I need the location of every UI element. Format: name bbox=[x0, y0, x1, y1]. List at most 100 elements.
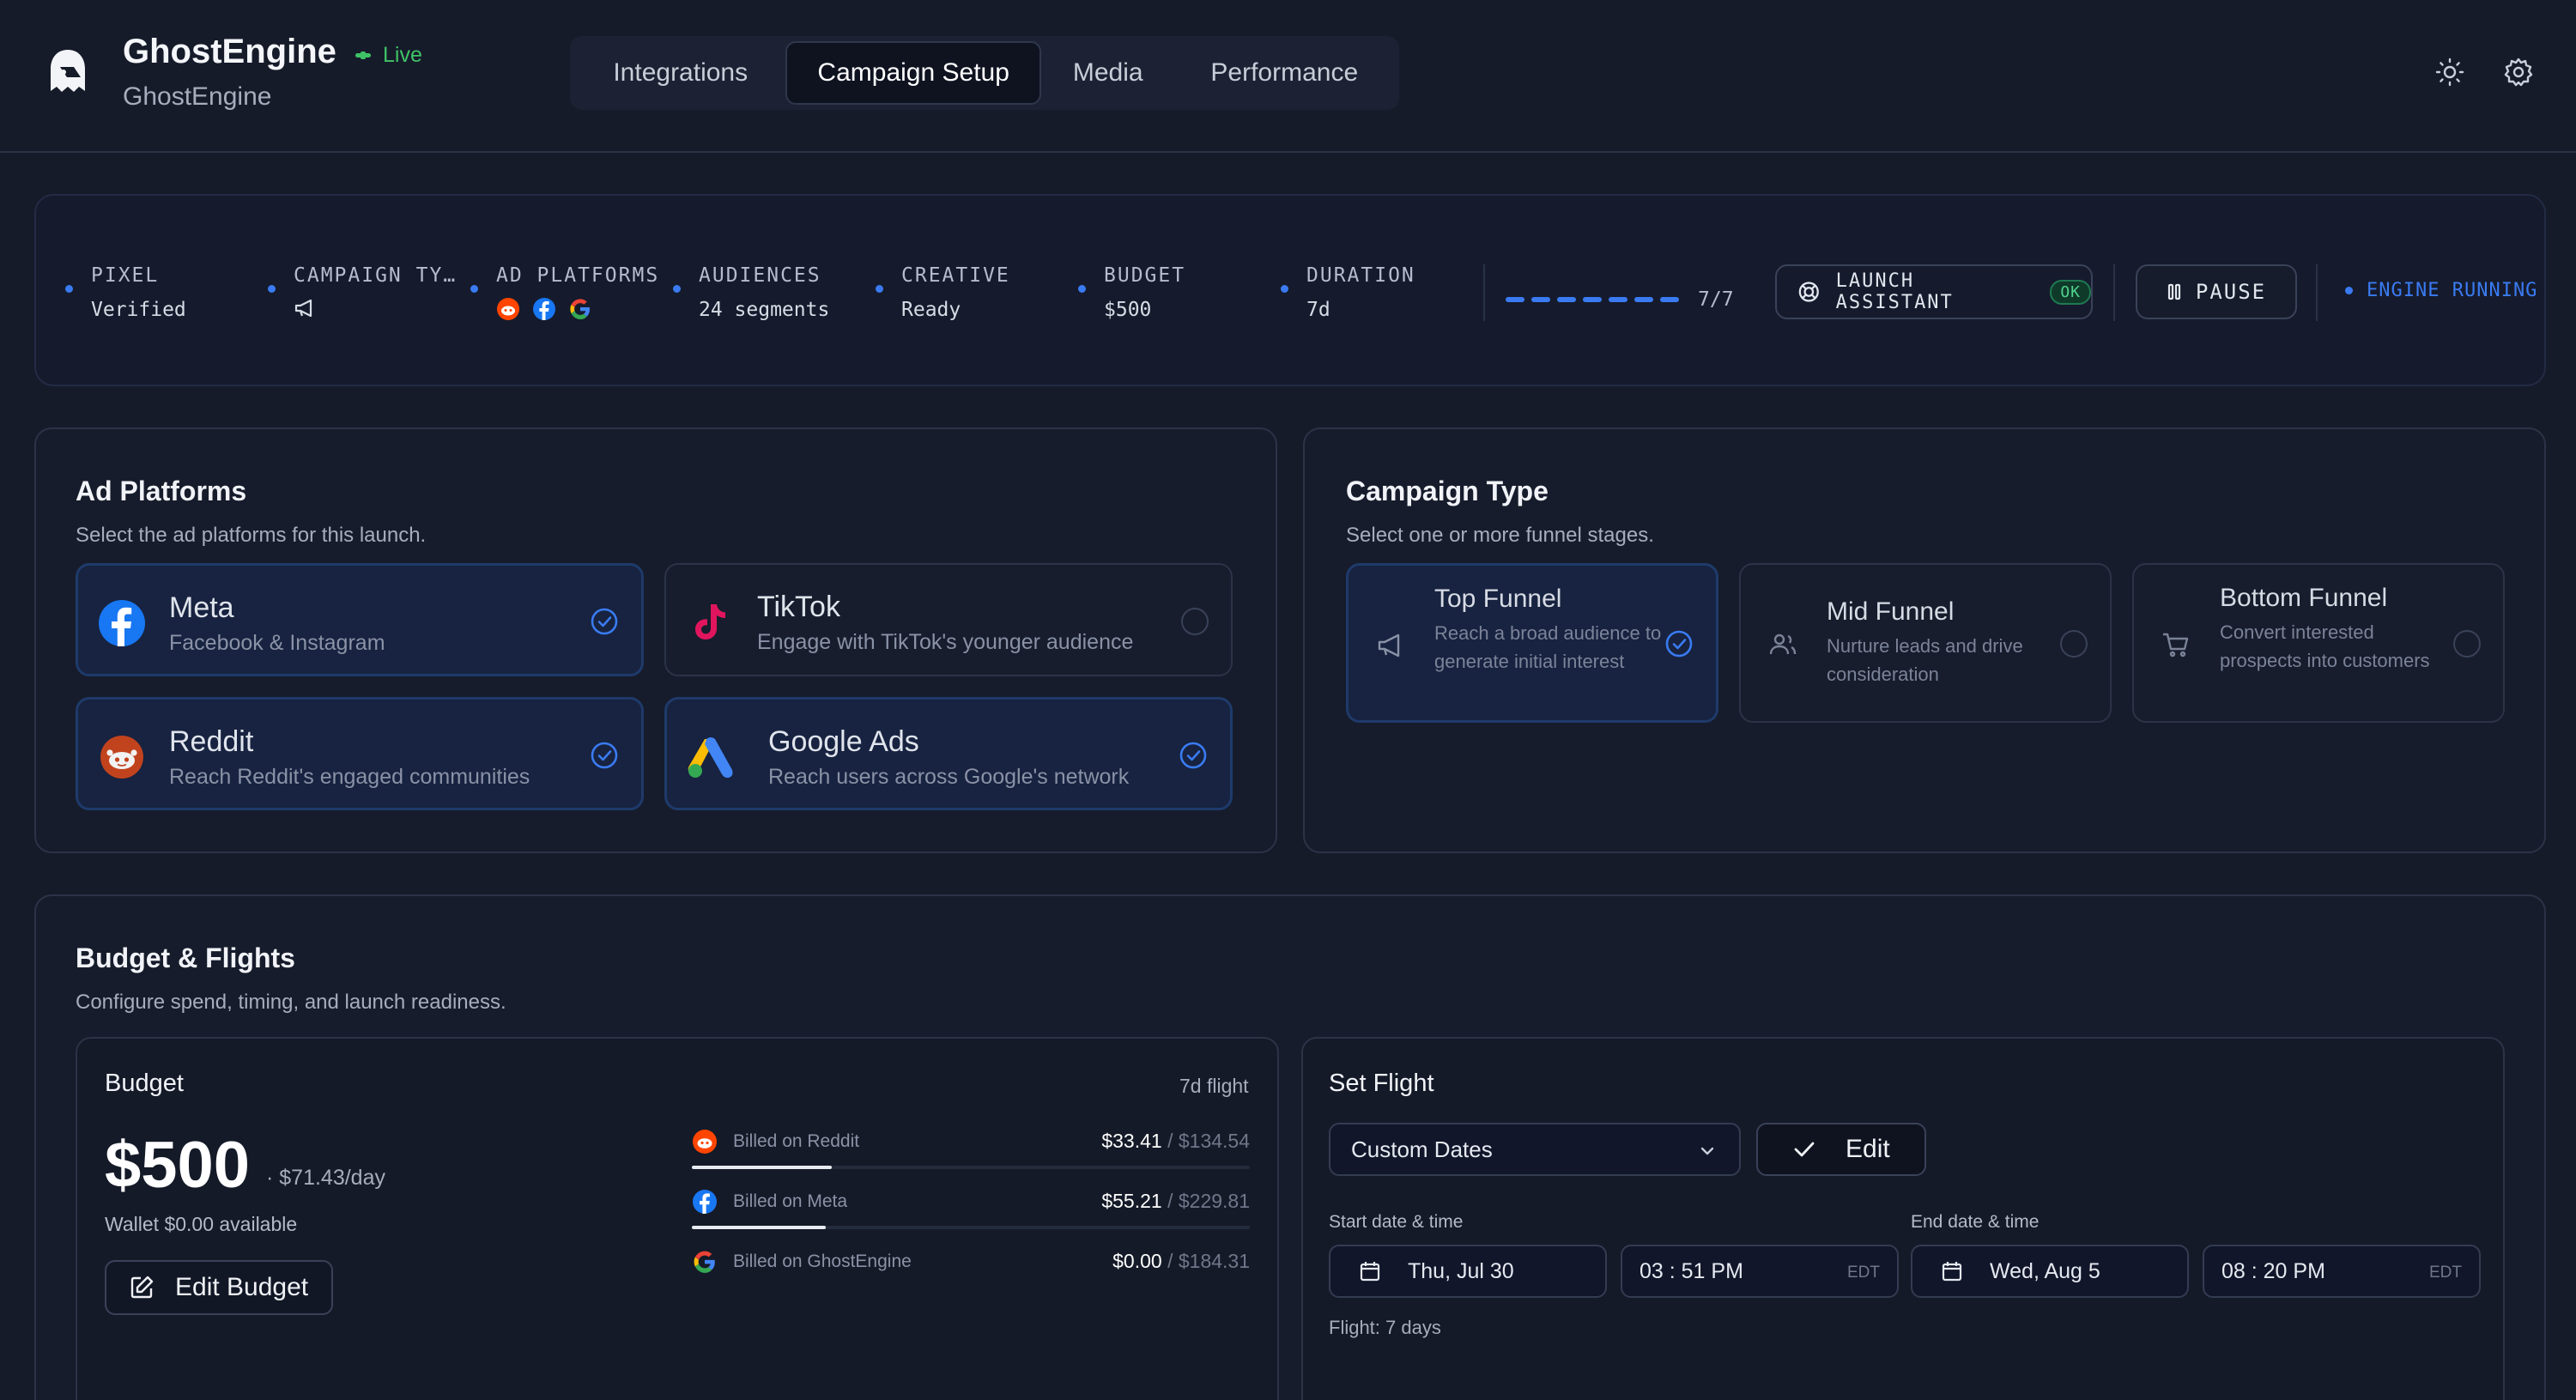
app-subtitle: GhostEngine bbox=[123, 82, 272, 111]
check-circle-icon bbox=[591, 742, 618, 769]
platform-option-reddit[interactable]: Reddit Reach Reddit's engaged communitie… bbox=[76, 697, 644, 810]
billing-row-ghostengine: Billed on GhostEngine $0.00 / $184.31 bbox=[692, 1245, 1250, 1279]
progress-segment bbox=[1660, 297, 1679, 302]
billing-amount: $55.21 / $229.81 bbox=[1101, 1190, 1250, 1213]
google-ads-icon bbox=[688, 737, 733, 779]
tab-media[interactable]: Media bbox=[1041, 41, 1175, 105]
reddit-icon bbox=[497, 298, 519, 320]
step-ad-platforms[interactable]: AD PLATFORMS bbox=[470, 264, 660, 321]
chevron-down-icon bbox=[1700, 1147, 1714, 1155]
step-pixel[interactable]: PIXEL Verified bbox=[65, 264, 186, 321]
budget-title: Budget bbox=[105, 1070, 184, 1097]
step-budget[interactable]: BUDGET $500 bbox=[1078, 264, 1185, 321]
funnel-option-bottom[interactable]: Bottom Funnel Convert interested prospec… bbox=[2132, 563, 2505, 723]
billing-total: / $184.31 bbox=[1167, 1250, 1250, 1272]
facebook-icon bbox=[533, 298, 555, 320]
billing-spent: $0.00 bbox=[1112, 1250, 1162, 1272]
start-date-field[interactable]: Thu, Jul 30 bbox=[1329, 1245, 1607, 1298]
option-name: Bottom Funnel bbox=[2220, 584, 2388, 612]
billing-progress-bar bbox=[692, 1166, 832, 1169]
pause-button[interactable]: PAUSE bbox=[2136, 264, 2297, 319]
tab-campaign-setup[interactable]: Campaign Setup bbox=[785, 41, 1041, 105]
step-dot bbox=[1281, 285, 1288, 293]
radio-unchecked bbox=[2060, 630, 2088, 658]
calendar-icon bbox=[1942, 1262, 1962, 1282]
step-value: Verified bbox=[91, 299, 186, 321]
divider bbox=[2316, 264, 2318, 321]
progress-segment bbox=[1531, 297, 1550, 302]
step-dot bbox=[65, 285, 73, 293]
end-time-field[interactable]: 08 : 20 PM EDT bbox=[2203, 1245, 2481, 1298]
progress-segment bbox=[1506, 297, 1524, 302]
edit-flight-button[interactable]: Edit bbox=[1756, 1123, 1926, 1176]
status-badge: OK bbox=[2050, 279, 2091, 305]
gear-icon[interactable] bbox=[2503, 57, 2534, 88]
funnel-option-mid[interactable]: Mid Funnel Nurture leads and drive consi… bbox=[1739, 563, 2112, 723]
campaign-type-subtitle: Select one or more funnel stages. bbox=[1346, 524, 1654, 547]
step-value: Ready bbox=[901, 299, 961, 321]
flight-mode-value: Custom Dates bbox=[1351, 1136, 1493, 1162]
launch-assistant-label: LAUNCH ASSISTANT bbox=[1835, 270, 1954, 313]
step-dot bbox=[1078, 285, 1086, 293]
option-name: Reddit bbox=[169, 725, 254, 758]
sun-icon[interactable] bbox=[2434, 57, 2465, 88]
campaign-type-title: Campaign Type bbox=[1346, 476, 1549, 506]
step-dot bbox=[470, 285, 478, 293]
billing-label: Billed on GhostEngine bbox=[733, 1252, 912, 1271]
end-date-field[interactable]: Wed, Aug 5 bbox=[1911, 1245, 2189, 1298]
step-campaign-type[interactable]: CAMPAIGN TY… bbox=[268, 264, 457, 322]
step-label: PIXEL bbox=[91, 264, 160, 287]
platform-option-meta[interactable]: Meta Facebook & Instagram bbox=[76, 563, 644, 676]
step-label: AUDIENCES bbox=[699, 264, 821, 287]
platform-option-tiktok[interactable]: TikTok Engage with TikTok's younger audi… bbox=[664, 563, 1233, 676]
start-time-field[interactable]: 03 : 51 PM EDT bbox=[1621, 1245, 1899, 1298]
ad-platforms-title: Ad Platforms bbox=[76, 476, 247, 506]
step-audiences[interactable]: AUDIENCES 24 segments bbox=[673, 264, 830, 321]
start-date-value: Thu, Jul 30 bbox=[1408, 1258, 1514, 1283]
step-label: AD PLATFORMS bbox=[496, 264, 660, 287]
divider bbox=[2113, 264, 2115, 321]
step-creative[interactable]: CREATIVE Ready bbox=[876, 264, 1010, 321]
radio-unchecked bbox=[1181, 608, 1209, 635]
reddit-icon bbox=[100, 736, 143, 779]
tab-integrations[interactable]: Integrations bbox=[575, 41, 785, 105]
progress-count: 7/7 bbox=[1698, 288, 1734, 311]
launch-progress: 7/7 bbox=[1506, 288, 1734, 311]
end-time-value: 08 : 20 PM bbox=[2221, 1258, 2325, 1283]
option-name: TikTok bbox=[757, 591, 840, 623]
google-icon bbox=[570, 299, 590, 319]
top-bar: GhostEngine Live GhostEngine Integration… bbox=[0, 0, 2576, 153]
flight-mode-select[interactable]: Custom Dates bbox=[1329, 1123, 1741, 1176]
tab-performance[interactable]: Performance bbox=[1175, 41, 1394, 105]
billing-amount: $33.41 / $134.54 bbox=[1101, 1130, 1250, 1153]
users-icon bbox=[1769, 633, 1797, 655]
pause-label: PAUSE bbox=[2195, 280, 2267, 304]
billing-spent: $55.21 bbox=[1101, 1190, 1162, 1212]
platform-icons bbox=[496, 297, 659, 321]
progress-segment bbox=[1557, 297, 1576, 302]
budget-amount: $500 bbox=[105, 1129, 251, 1202]
engine-status: ENGINE RUNNING bbox=[2345, 280, 2537, 301]
megaphone-icon bbox=[294, 299, 312, 318]
launch-status-strip: PIXEL Verified CAMPAIGN TY… AD PLATFORMS… bbox=[34, 194, 2546, 386]
engine-status-label: ENGINE RUNNING bbox=[2367, 280, 2538, 301]
timezone-label: EDT bbox=[2429, 1264, 2462, 1282]
live-badge: Live bbox=[355, 43, 422, 68]
platform-option-google-ads[interactable]: Google Ads Reach users across Google's n… bbox=[664, 697, 1233, 810]
end-date-label: End date & time bbox=[1911, 1212, 2040, 1232]
option-name: Mid Funnel bbox=[1827, 597, 1955, 626]
live-indicator-icon bbox=[355, 52, 371, 59]
app-title: GhostEngine bbox=[123, 33, 336, 70]
budget-flights-subtitle: Configure spend, timing, and launch read… bbox=[76, 991, 506, 1014]
radio-unchecked bbox=[2453, 630, 2481, 658]
meta-icon bbox=[99, 600, 145, 646]
step-duration[interactable]: DURATION 7d bbox=[1281, 264, 1415, 321]
launch-assistant-button[interactable]: LAUNCH ASSISTANT OK bbox=[1775, 264, 2093, 319]
funnel-option-top[interactable]: Top Funnel Reach a broad audience to gen… bbox=[1346, 563, 1718, 723]
ghost-logo-icon[interactable] bbox=[48, 48, 88, 94]
end-date-value: Wed, Aug 5 bbox=[1990, 1258, 2100, 1283]
check-circle-icon bbox=[1665, 630, 1693, 658]
edit-budget-button[interactable]: Edit Budget bbox=[105, 1260, 333, 1315]
step-value: 24 segments bbox=[699, 299, 830, 321]
check-circle-icon bbox=[1179, 742, 1207, 769]
